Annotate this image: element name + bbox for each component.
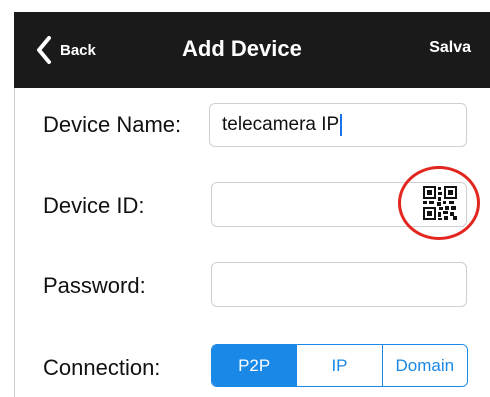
chevron-left-icon (37, 36, 51, 64)
qr-scan-button[interactable] (404, 171, 476, 235)
password-label: Password: (43, 273, 146, 298)
text-caret (340, 114, 343, 136)
device-id-label: Device ID: (43, 193, 145, 218)
back-button[interactable]: Back (36, 34, 96, 66)
navigation-bar: Back Add Device Salva (14, 12, 490, 88)
back-label: Back (60, 41, 96, 59)
device-name-field[interactable]: telecamera IP (209, 103, 467, 147)
device-name-value: telecamera IP (222, 114, 340, 135)
screen-margin-top (0, 0, 490, 12)
device-name-label: Device Name: (43, 112, 182, 137)
password-field[interactable] (211, 262, 467, 307)
qr-code-icon (423, 186, 457, 220)
screen-margin-left (0, 0, 14, 397)
connection-option-domain[interactable]: Domain (381, 345, 467, 386)
connection-option-p2p[interactable]: P2P (212, 345, 297, 386)
save-button[interactable]: Salva (429, 39, 471, 57)
page-title: Add Device (182, 36, 302, 61)
connection-label: Connection: (43, 355, 161, 380)
add-device-screen: Back Add Device Salva Device Name: telec… (0, 0, 490, 397)
connection-segmented-control: P2P IP Domain (211, 344, 468, 387)
connection-option-ip[interactable]: IP (296, 345, 382, 386)
